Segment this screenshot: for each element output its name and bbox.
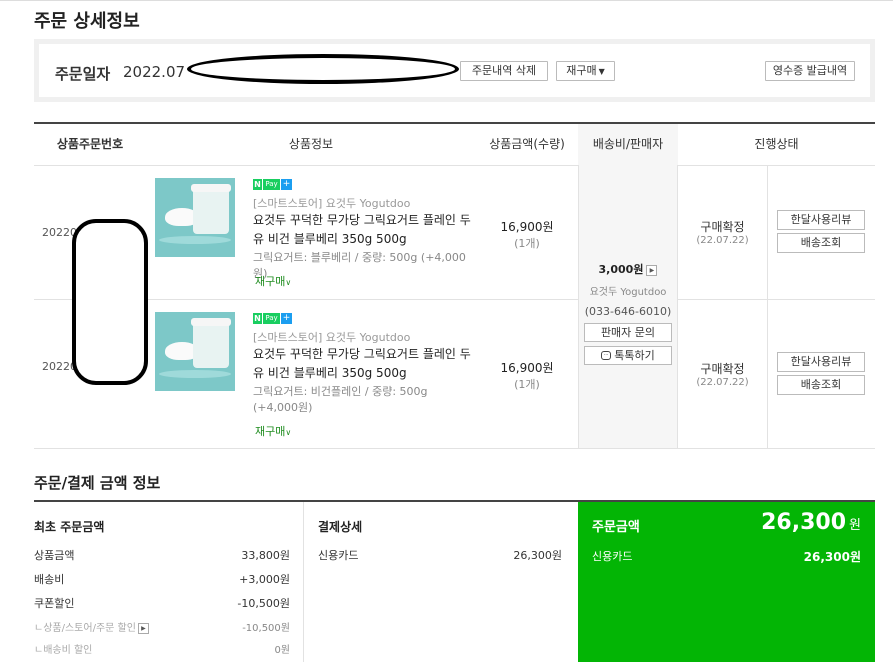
rebuy-link[interactable]: 재구매∨ [255,273,291,289]
product-option: 그릭요거트: 비건플레인 / 중량: 500g (+4,000원) [253,385,428,414]
total-method: 신용카드 [592,550,633,563]
track-delivery-button[interactable]: 배송조회 [777,233,865,253]
info-arrow-icon[interactable]: ▶ [646,264,658,276]
reorder-button[interactable]: 재구매 ▼ [556,61,615,81]
seller-inquiry-button[interactable]: 판매자 문의 [584,323,672,342]
status-text: 구매확정 [700,220,745,234]
product-qty: (1개) [514,237,540,250]
shipping-fee: 3,000원 ▶ [578,261,678,277]
npay-plus-badge: N Pay + [253,313,292,324]
product-price: 16,900원 [500,220,554,234]
header-order-no: 상품주문번호 [56,137,124,151]
payment-section-title: 주문/결제 금액 정보 [34,474,161,492]
product-name[interactable]: 요것두 꾸덕한 무가당 그릭요거트 플레인 두유 비건 블루베리 350g 50… [253,345,475,383]
product-thumbnail[interactable] [155,178,235,257]
delete-order-button[interactable]: 주문내역 삭제 [460,61,548,81]
status-divider [767,165,768,448]
order-date-label: 주문일자 [55,65,111,83]
header-shipping: 배송비/판매자 [578,124,678,165]
product-qty: (1개) [514,378,540,391]
rebuy-link[interactable]: 재구매∨ [255,423,291,439]
product-price: 16,900원 [500,361,554,375]
header-status: 진행상태 [754,137,799,151]
review-button[interactable]: 한달사용리뷰 [777,352,865,372]
seller-name: 요것두 Yogutdoo [589,287,667,298]
receipt-history-button[interactable]: 영수증 발급내역 [765,61,855,81]
total-amount-panel: 주문금액 26,300 원 신용카드 26,300원 [578,502,875,662]
total-method-amount: 26,300원 [803,550,861,564]
order-date-value: 2022.07 [123,63,186,81]
npay-plus-badge: N Pay + [253,179,292,190]
total-label: 주문금액 [592,520,640,535]
total-amount: 26,300 원 [761,510,861,535]
redaction-mark [72,219,148,385]
top-divider [0,0,893,1]
reorder-label: 재구매 [566,64,597,77]
chat-icon: ⋯ [601,350,612,360]
product-thumbnail[interactable] [155,312,235,391]
review-button[interactable]: 한달사용리뷰 [777,210,865,230]
initial-amount-panel: 최초 주문금액 상품금액 33,800원 배송비 +3,000원 쿠폰할인 -10,5… [34,502,304,662]
order-table: 상품주문번호 상품정보 상품금액(수량) 배송비/판매자 진행상태 20220 … [34,122,875,449]
redaction-mark [187,54,459,84]
table-bottom [34,448,875,449]
info-arrow-icon[interactable]: ▶ [137,622,149,634]
status-date: (22.07.22) [696,235,749,246]
order-date-box: 주문일자 2022.07 주문내역 삭제 재구매 ▼ 영수증 발급내역 [34,39,875,102]
initial-amount-title: 최초 주문금액 [34,520,105,534]
header-price: 상품금액(수량) [489,137,565,151]
store-name[interactable]: [스마트스토어] 요것두 Yogutdoo [253,195,410,211]
status-text: 구매확정 [700,362,745,376]
seller-phone: (033-646-6010) [584,305,672,318]
talktalk-button[interactable]: ⋯ 톡톡하기 [584,346,672,365]
page-title: 주문 상세정보 [34,11,140,32]
payment-detail-title: 결제상세 [318,520,363,534]
order-date-inner: 주문일자 2022.07 주문내역 삭제 재구매 ▼ 영수증 발급내역 [39,44,870,97]
store-name[interactable]: [스마트스토어] 요것두 Yogutdoo [253,329,410,345]
payment-detail-panel: 결제상세 신용카드 26,300원 [318,520,562,562]
track-delivery-button[interactable]: 배송조회 [777,375,865,395]
status-date: (22.07.22) [696,377,749,388]
product-name[interactable]: 요것두 꾸덕한 무가당 그릭요거트 플레인 두유 비건 블루베리 350g 50… [253,211,475,249]
header-product-info: 상품정보 [288,137,334,151]
chevron-down-icon: ▼ [598,67,605,76]
